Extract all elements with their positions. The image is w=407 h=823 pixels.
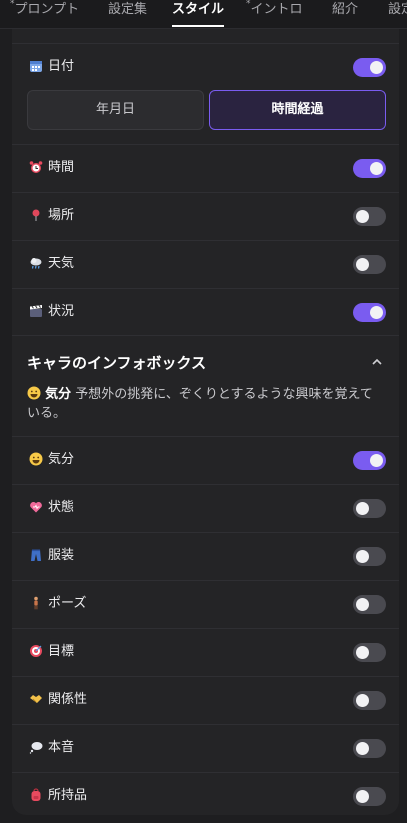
tab-label: 紹介 [332,2,359,17]
toggle-knob [356,742,369,755]
tab-settings-collection[interactable]: 設定集 [108,0,147,27]
setting-row-date: 日付 [12,43,399,91]
calendar-icon [28,59,44,75]
infobox-row-mood: 気分 [12,436,399,484]
mood-toggle[interactable] [353,451,386,470]
infobox-title: キャラのインフォボックス [27,354,207,372]
setting-label: 服装 [48,548,75,563]
setting-label: 天気 [48,256,75,271]
divider [12,335,399,336]
toggle-knob [356,598,369,611]
tab-label: スタイル [172,2,225,17]
handshake-icon [28,692,44,708]
tab-prompt[interactable]: *プロンプト [10,0,79,27]
grinning-face-icon [27,386,41,402]
true-feelings-toggle[interactable] [353,739,386,758]
toggle-knob [356,210,369,223]
backpack-icon [28,788,44,804]
setting-label: 時間 [48,160,75,175]
tab-label: 設定 [388,2,407,17]
setting-row-weather: 天気 [12,240,399,288]
place-toggle[interactable] [353,207,386,226]
tab-label: 設定集 [108,2,148,17]
infobox-row-goal: 目標 [12,628,399,676]
tab-introduction[interactable]: 紹介 [332,0,358,27]
toggle-knob [356,502,369,515]
condition-toggle[interactable] [353,499,386,518]
date-format-selector: 年月日 時間経過 [27,90,386,130]
pose-toggle[interactable] [353,595,386,614]
date-toggle[interactable] [353,58,386,77]
grinning-face-icon [28,452,44,468]
jeans-icon [28,548,44,564]
time-toggle[interactable] [353,159,386,178]
infobox-row-pose: ポーズ [12,580,399,628]
setting-label: 関係性 [48,692,88,707]
weather-toggle[interactable] [353,255,386,274]
standing-person-icon [28,596,44,612]
situation-toggle[interactable] [353,303,386,322]
setting-label: 気分 [48,452,75,467]
toggle-knob [370,306,383,319]
setting-row-place: 場所 [12,192,399,240]
toggle-knob [356,790,369,803]
pushpin-icon [28,208,44,224]
tab-bar: *プロンプト 設定集 スタイル *イントロ 紹介 設定 [0,0,407,29]
toggle-knob [356,694,369,707]
setting-label: 本音 [48,740,75,755]
clapperboard-icon [28,304,44,320]
toggle-knob [356,646,369,659]
setting-row-situation: 状況 [12,288,399,336]
infobox-row-relationship: 関係性 [12,676,399,724]
toggle-knob [370,162,383,175]
outfit-toggle[interactable] [353,547,386,566]
tab-config[interactable]: 設定 [388,0,407,27]
goal-toggle[interactable] [353,643,386,662]
toggle-knob [356,550,369,563]
setting-label: 状況 [48,304,75,319]
setting-label: 所持品 [48,788,88,803]
chevron-up-icon[interactable] [370,354,384,368]
mood-label: 気分 [45,387,72,402]
toggle-knob [356,258,369,271]
cloud-rain-icon [28,256,44,272]
tab-intro[interactable]: *イントロ [246,0,303,27]
setting-label: ポーズ [48,596,87,611]
setting-label: 日付 [48,59,75,74]
setting-label: 状態 [48,500,75,515]
option-elapsed-button[interactable]: 時間経過 [209,90,386,130]
infobox-row-true-feelings: 本音 [12,724,399,772]
relationship-toggle[interactable] [353,691,386,710]
tab-label: イントロ [250,2,303,17]
speech-bubble-icon [28,740,44,756]
infobox-row-belongings: 所持品 [12,772,399,815]
mood-summary: 気分 予想外の挑発に、ぞくりとするような興味を覚えている。 [27,385,377,423]
tab-label: プロンプト [14,2,80,17]
mood-text: 予想外の挑発に、ぞくりとするような興味を覚えている。 [27,387,373,421]
setting-label: 場所 [48,208,75,223]
option-ymd-button[interactable]: 年月日 [27,90,204,130]
setting-label: 目標 [48,644,75,659]
heart-icon [28,500,44,516]
infobox-row-outfit: 服装 [12,532,399,580]
style-panel: 日付 年月日 時間経過 時間 場所 天気 状況 キャラのインフォボックス 気分 … [12,29,399,815]
target-icon [28,644,44,660]
toggle-knob [370,454,383,467]
tab-style[interactable]: スタイル [172,0,224,27]
setting-row-time: 時間 [12,144,399,192]
toggle-knob [370,61,383,74]
alarm-clock-icon [28,160,44,176]
belongings-toggle[interactable] [353,787,386,806]
infobox-row-condition: 状態 [12,484,399,532]
